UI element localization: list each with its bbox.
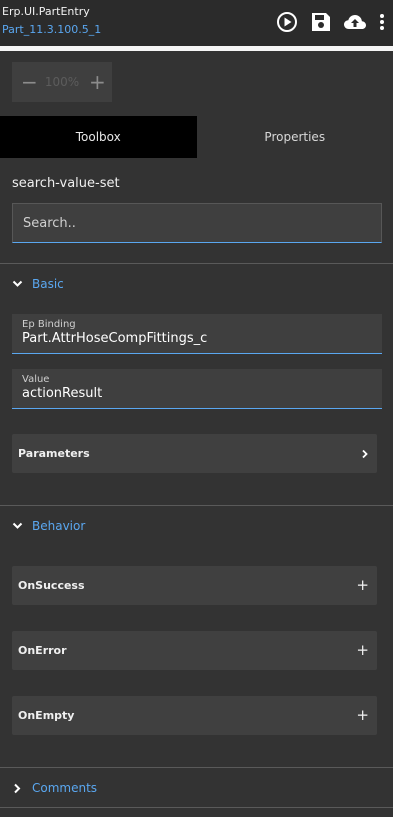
event-label: OnError bbox=[18, 644, 67, 657]
section-divider bbox=[0, 767, 393, 768]
search-field[interactable] bbox=[12, 203, 382, 243]
component-name: search-value-set bbox=[12, 176, 120, 191]
plus-icon[interactable]: + bbox=[356, 708, 369, 723]
section-basic-header[interactable]: Basic bbox=[12, 277, 64, 291]
parameters-label: Parameters bbox=[18, 447, 90, 460]
app-version-link[interactable]: Part_11.3.100.5_1 bbox=[2, 23, 101, 36]
play-circle-icon[interactable] bbox=[275, 10, 299, 34]
section-basic-label: Basic bbox=[32, 277, 64, 291]
event-label: OnSuccess bbox=[18, 579, 85, 592]
ep-binding-field[interactable]: Ep Binding Part.AttrHoseCompFittings_c bbox=[12, 314, 382, 354]
tab-toolbox[interactable]: Toolbox bbox=[0, 116, 197, 158]
chevron-right-icon bbox=[362, 449, 368, 458]
section-comments-header[interactable]: Comments bbox=[12, 781, 97, 795]
panel-tabs: Toolbox Properties bbox=[0, 116, 393, 158]
plus-icon[interactable]: + bbox=[356, 643, 369, 658]
section-behavior-header[interactable]: Behavior bbox=[12, 519, 85, 533]
header-divider bbox=[0, 46, 393, 51]
value-input-value[interactable]: actionResult bbox=[22, 386, 372, 401]
app-header: Erp.UI.PartEntry Part_11.3.100.5_1 bbox=[0, 0, 393, 46]
zoom-in-button[interactable]: + bbox=[89, 72, 106, 92]
section-behavior-label: Behavior bbox=[32, 519, 86, 533]
plus-icon[interactable]: + bbox=[356, 578, 369, 593]
tab-properties[interactable]: Properties bbox=[196, 116, 393, 158]
section-divider bbox=[0, 807, 393, 808]
chevron-right-icon bbox=[14, 783, 21, 793]
cloud-upload-icon[interactable] bbox=[343, 10, 367, 34]
event-row-onsuccess[interactable]: OnSuccess + bbox=[12, 566, 377, 605]
ep-binding-label: Ep Binding bbox=[22, 319, 76, 330]
zoom-out-button[interactable]: − bbox=[21, 72, 38, 92]
zoom-level: 100% bbox=[44, 75, 80, 89]
section-divider bbox=[0, 505, 393, 506]
search-input[interactable] bbox=[13, 204, 381, 242]
event-row-onempty[interactable]: OnEmpty + bbox=[12, 696, 377, 735]
section-divider bbox=[0, 263, 393, 264]
header-actions bbox=[275, 10, 387, 34]
value-label: Value bbox=[22, 374, 50, 385]
ep-binding-value[interactable]: Part.AttrHoseCompFittings_c bbox=[22, 331, 372, 346]
section-comments-label: Comments bbox=[32, 781, 98, 795]
zoom-control: − 100% + bbox=[12, 62, 112, 102]
save-icon[interactable] bbox=[309, 10, 333, 34]
app-title: Erp.UI.PartEntry bbox=[2, 5, 90, 18]
value-field[interactable]: Value actionResult bbox=[12, 369, 382, 409]
event-row-onerror[interactable]: OnError + bbox=[12, 631, 377, 670]
chevron-down-icon bbox=[12, 522, 23, 529]
event-label: OnEmpty bbox=[18, 709, 75, 722]
more-vertical-icon[interactable] bbox=[377, 10, 387, 34]
parameters-row[interactable]: Parameters bbox=[12, 434, 377, 473]
chevron-down-icon bbox=[12, 280, 23, 287]
